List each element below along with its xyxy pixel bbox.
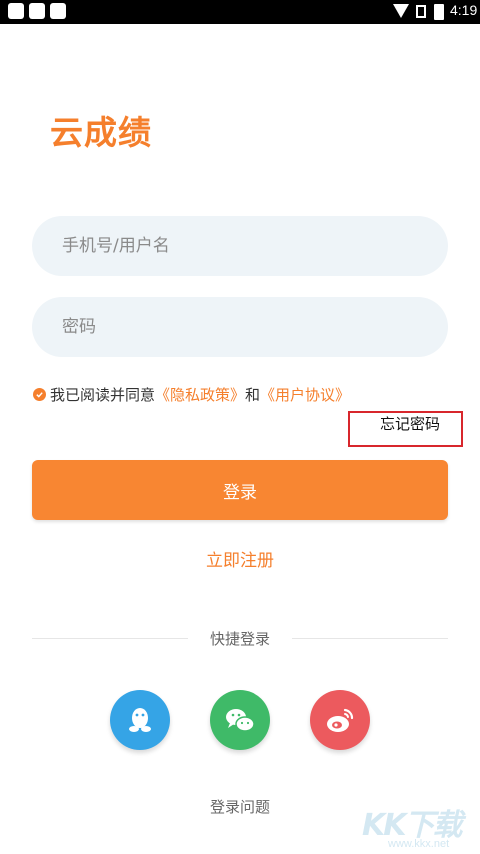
notification-icon (8, 3, 24, 19)
notification-icon (50, 3, 66, 19)
battery-icon (434, 4, 444, 20)
agreement-conjunction: 和 (245, 385, 261, 404)
username-input[interactable] (32, 216, 448, 276)
register-link[interactable]: 立即注册 (0, 546, 480, 571)
qq-icon (129, 708, 151, 732)
status-bar: 4:19 (0, 0, 480, 24)
agreement-checkbox[interactable] (33, 387, 46, 401)
notification-icon (29, 3, 45, 19)
weibo-login-button[interactable] (310, 690, 370, 750)
no-signal-icon (416, 5, 426, 18)
wechat-icon (226, 709, 255, 732)
user-agreement-link[interactable]: 《用户协议》 (260, 384, 350, 405)
agreement-row: 我已阅读并同意 《隐私政策》 和 《用户协议》 (33, 384, 350, 404)
wechat-login-button[interactable] (210, 690, 270, 750)
qq-login-button[interactable] (110, 690, 170, 750)
check-icon (36, 391, 43, 398)
watermark-url: www.kkx.net (388, 838, 450, 850)
watermark-logo: KK下载 www.kkx.net (358, 800, 480, 854)
status-time: 4:19 (450, 2, 478, 18)
app-logo: 云成绩 (50, 113, 152, 152)
forgot-password-link[interactable]: 忘记密码 (380, 413, 440, 434)
divider-right (292, 638, 448, 639)
login-button[interactable]: 登录 (32, 460, 448, 520)
privacy-policy-link[interactable]: 《隐私政策》 (155, 384, 245, 405)
password-input[interactable] (32, 297, 448, 357)
weibo-icon (327, 708, 354, 732)
agreement-text: 我已阅读并同意 (50, 385, 156, 404)
wifi-icon (393, 4, 409, 18)
